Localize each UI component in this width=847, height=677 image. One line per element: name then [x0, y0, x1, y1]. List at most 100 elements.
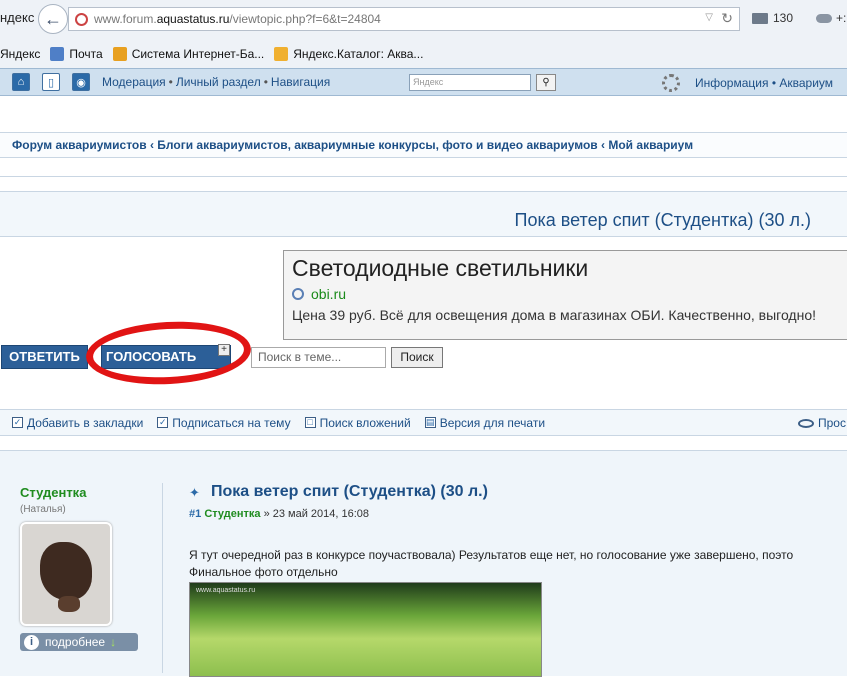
dog-photo-detail [58, 596, 80, 612]
search-icon[interactable]: ⚲ [536, 74, 556, 91]
folder-bookmark-icon [274, 47, 289, 61]
browser-chrome: ндекс ← www.forum. aquastatus.ru/viewtopi… [0, 0, 847, 68]
info-links: Информация • Аквариум [695, 76, 834, 90]
attachment-icon: □ [304, 417, 316, 428]
url-prefix: www.forum. [94, 12, 157, 26]
reply-button[interactable]: ОТВЕТИТЬ [1, 345, 88, 369]
back-arrow-icon: ← [44, 8, 62, 29]
post: Студентка (Наталья) i подробнее ↓ ✦ Пока… [0, 450, 847, 677]
reload-icon[interactable]: ↻ [721, 10, 733, 27]
yandex-label: ндекс [0, 10, 35, 25]
address-bar-row: ндекс ← www.forum. aquastatus.ru/viewtopi… [0, 0, 847, 38]
ad-domain[interactable]: obi.ru [292, 286, 844, 302]
site-favicon-icon [75, 12, 88, 26]
camera-icon[interactable]: ◉ [72, 73, 90, 91]
bookmark-label: Яндекс.Каталог: Аква... [293, 47, 424, 61]
breadcrumb-item[interactable]: Форум аквариумистов [12, 138, 147, 152]
arrow-down-icon: ↓ [110, 635, 117, 649]
author-real-name: (Наталья) [20, 504, 66, 515]
post-title-text: Пока ветер спит (Студентка) (30 л.) [211, 483, 488, 500]
gear-icon[interactable] [662, 74, 680, 92]
checkbox-icon: ✓ [157, 417, 169, 428]
mobile-icon[interactable]: ▯ [42, 73, 60, 91]
bookmark-catalog[interactable]: Яндекс.Каталог: Аква... [274, 47, 423, 61]
url-field[interactable]: www.forum. aquastatus.ru/viewtopic.php?f=… [68, 7, 740, 31]
post-author-link[interactable]: Студентка [204, 508, 260, 520]
post-date: » 23 май 2014, 16:08 [263, 508, 370, 520]
avatar[interactable] [20, 522, 112, 626]
breadcrumb: Форум аквариумистов ‹ Блоги аквариумисто… [0, 132, 847, 158]
yandex-search-input[interactable]: Яндекс [409, 74, 531, 91]
tool-label: Прос [818, 416, 846, 430]
tool-label: Подписаться на тему [172, 415, 291, 430]
views-tool[interactable]: Прос [798, 416, 846, 430]
weather-indicator[interactable]: +: [816, 11, 846, 25]
more-info-button[interactable]: i подробнее ↓ [20, 633, 138, 651]
bookmark-label: Яндекс [0, 47, 41, 61]
mail-count: 130 [773, 11, 794, 25]
post-title[interactable]: ✦ Пока ветер спит (Студентка) (30 л.) [189, 483, 488, 501]
nav-link-aquarium[interactable]: Аквариум [779, 76, 833, 90]
bank-bookmark-icon [112, 47, 127, 61]
url-host: aquastatus.ru [156, 12, 230, 26]
chevron-down-icon[interactable]: ▽ [705, 12, 713, 23]
more-label: подробнее [45, 635, 106, 649]
nav-separator: • [168, 75, 173, 89]
subscribe-tool[interactable]: ✓ Подписаться на тему [157, 415, 291, 430]
author-name[interactable]: Студентка [20, 485, 86, 500]
pin-icon: ✦ [189, 485, 200, 500]
ad-block[interactable]: Светодиодные светильники obi.ru Цена 39 … [283, 250, 847, 340]
home-icon[interactable]: ⌂ [12, 73, 30, 91]
nav-link-navigation[interactable]: Навигация [271, 75, 330, 89]
breadcrumb-item[interactable]: Мой аквариум [608, 138, 693, 152]
topic-search-input[interactable]: Поиск в теме... [251, 347, 386, 368]
nav-separator: • [263, 75, 268, 89]
print-tool[interactable]: ▤ Версия для печати [424, 415, 546, 430]
bookmark-bank[interactable]: Система Интернет-Ба... [112, 47, 265, 61]
attachments-tool[interactable]: □ Поиск вложений [304, 415, 411, 430]
page-title[interactable]: Пока ветер спит (Студентка) (30 л.) [515, 210, 811, 231]
bookmark-tool[interactable]: ✓ Добавить в закладки [12, 416, 143, 430]
ad-title[interactable]: Светодиодные светильники [292, 255, 844, 282]
back-button[interactable]: ← [38, 4, 68, 34]
bookmark-label: Система Интернет-Ба... [131, 47, 265, 61]
url-path: /viewtopic.php?f=6&t=24804 [229, 12, 381, 26]
ad-text: Цена 39 руб. Всё для освещения дома в ма… [292, 307, 817, 323]
bookmarks-bar: Яндекс Почта Система Интернет-Ба... Янде… [0, 42, 847, 66]
tool-label: Добавить в закладки [27, 415, 144, 430]
post-text-line: Финальное фото отдельно [189, 565, 338, 579]
post-meta: #1 Студентка » 23 май 2014, 16:08 [189, 508, 369, 520]
aquarium-photo[interactable]: www.aquastatus.ru [189, 582, 542, 677]
post-text-line: Я тут очередной раз в конкурсе поучаство… [189, 548, 794, 562]
print-icon: ▤ [424, 417, 436, 428]
bookmark-label: Почта [69, 47, 103, 61]
eye-icon [798, 418, 814, 428]
info-icon: i [24, 634, 39, 650]
tool-label: Поиск вложений [319, 415, 411, 430]
mail-icon [752, 12, 768, 24]
nav-link-personal[interactable]: Личный раздел [176, 75, 261, 89]
cloud-icon [816, 13, 832, 23]
nav-link-info[interactable]: Информация [695, 76, 768, 90]
divider [162, 483, 163, 673]
mail-indicator[interactable]: 130 [752, 11, 793, 25]
forum-nav-bar: ⌂ ▯ ◉ Модерация • Личный раздел • Навигация … [0, 68, 847, 96]
tool-label: Версия для печати [439, 415, 546, 430]
weather-value: +: [836, 11, 847, 25]
topic-header: Пока ветер спит (Студентка) (30 л.) [0, 191, 847, 237]
globe-icon [292, 288, 304, 300]
dog-photo [40, 542, 92, 600]
post-number[interactable]: #1 [189, 508, 201, 520]
post-body: Я тут очередной раз в конкурсе поучаство… [189, 547, 847, 581]
topic-toolbar: ✓ Добавить в закладки ✓ Подписаться на т… [0, 409, 847, 436]
highlight-annotation [84, 317, 253, 389]
mail-bookmark-icon [50, 47, 65, 61]
search-button[interactable]: Поиск [391, 347, 443, 368]
image-watermark: www.aquastatus.ru [196, 587, 256, 594]
bookmark-mail[interactable]: Почта [50, 47, 103, 61]
nav-links: Модерация • Личный раздел • Навигация [102, 75, 330, 89]
breadcrumb-item[interactable]: Блоги аквариумистов, аквариумные конкурс… [157, 138, 597, 152]
ad-domain-text: obi.ru [311, 286, 347, 302]
bookmark-yandex[interactable]: Яндекс [0, 47, 40, 61]
nav-link-moderation[interactable]: Модерация [102, 75, 166, 89]
